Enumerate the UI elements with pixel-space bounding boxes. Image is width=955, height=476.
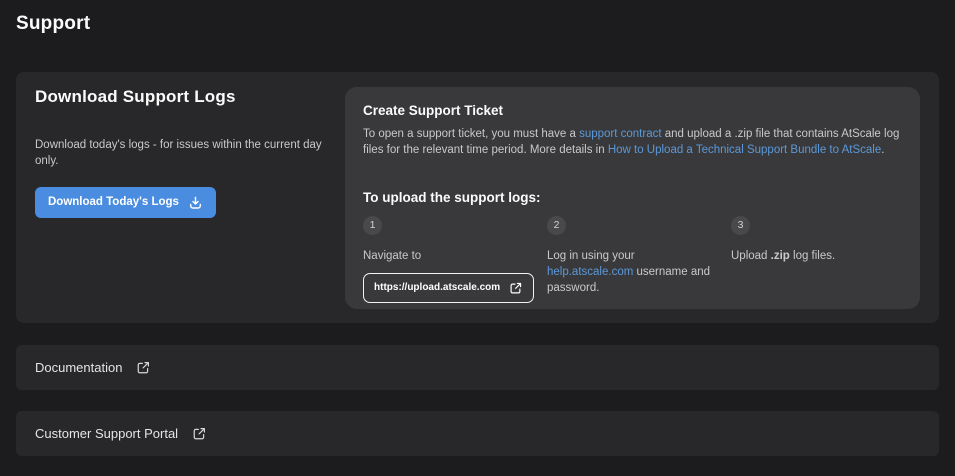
upload-bundle-doc-link[interactable]: How to Upload a Technical Support Bundle… <box>608 144 881 156</box>
step-3-text-1: Upload <box>731 250 771 262</box>
page-title: Support <box>16 13 90 35</box>
download-logs-title: Download Support Logs <box>35 87 340 107</box>
upload-step-2: 2 Log in using your help.atscale.com use… <box>547 216 731 303</box>
upload-url-label: https://upload.atscale.com <box>374 282 500 293</box>
support-contract-link[interactable]: support contract <box>579 128 661 140</box>
help-atscale-link[interactable]: help.atscale.com <box>547 266 633 278</box>
download-logs-section: Download Support Logs Download today's l… <box>35 87 340 218</box>
step-number-badge: 3 <box>731 216 750 235</box>
step-1-text: Navigate to <box>363 248 547 264</box>
upload-url-button[interactable]: https://upload.atscale.com <box>363 273 534 303</box>
step-2-text-1: Log in using your <box>547 250 635 262</box>
documentation-label: Documentation <box>35 360 122 375</box>
step-3-text-2: log files. <box>790 250 835 262</box>
upload-steps-title: To upload the support logs: <box>363 190 902 205</box>
step-number-badge: 2 <box>547 216 566 235</box>
step-2-text: Log in using your help.atscale.com usern… <box>547 248 731 296</box>
download-todays-logs-label: Download Today's Logs <box>48 196 179 208</box>
external-link-icon <box>192 426 207 441</box>
create-ticket-card: Create Support Ticket To open a support … <box>345 87 920 309</box>
step-3-text: Upload .zip log files. <box>731 248 902 264</box>
intro-text-1: To open a support ticket, you must have … <box>363 128 579 140</box>
documentation-link-row[interactable]: Documentation <box>16 345 939 390</box>
download-todays-logs-button[interactable]: Download Today's Logs <box>35 187 216 218</box>
customer-support-portal-label: Customer Support Portal <box>35 426 178 441</box>
customer-support-portal-link-row[interactable]: Customer Support Portal <box>16 411 939 456</box>
step-3-zip-bold: .zip <box>771 250 790 262</box>
intro-text-3: . <box>881 144 884 156</box>
external-link-icon <box>136 360 151 375</box>
upload-step-3: 3 Upload .zip log files. <box>731 216 902 303</box>
create-ticket-intro: To open a support ticket, you must have … <box>363 126 902 159</box>
download-icon <box>188 195 203 210</box>
external-link-icon <box>509 281 523 295</box>
create-ticket-title: Create Support Ticket <box>363 103 902 118</box>
upload-steps: 1 Navigate to https://upload.atscale.com… <box>363 216 902 303</box>
download-logs-description: Download today's logs - for issues withi… <box>35 138 340 170</box>
step-number-badge: 1 <box>363 216 382 235</box>
upload-step-1: 1 Navigate to https://upload.atscale.com <box>363 216 547 303</box>
support-logs-card: Download Support Logs Download today's l… <box>16 72 939 323</box>
